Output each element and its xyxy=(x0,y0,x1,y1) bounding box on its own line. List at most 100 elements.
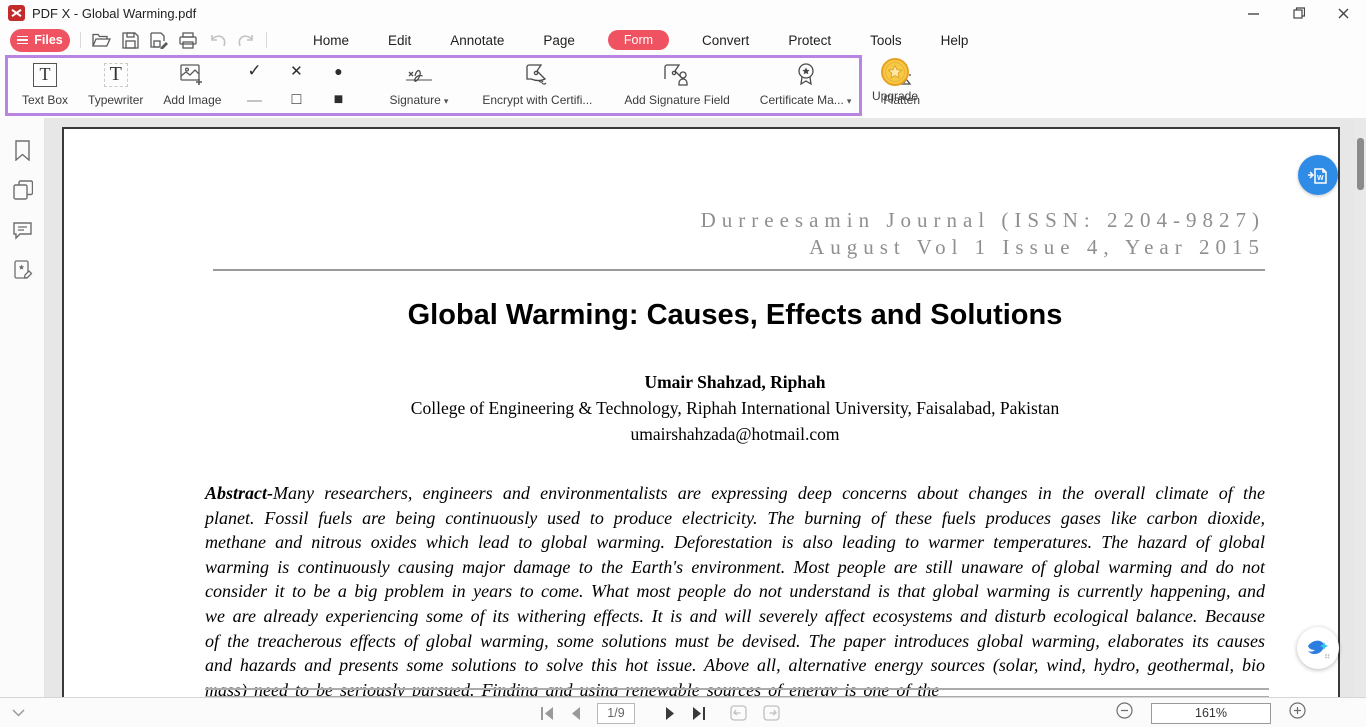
title-bar: PDF X - Global Warming.pdf xyxy=(0,0,1366,26)
pages-icon xyxy=(13,180,33,200)
vertical-scrollbar[interactable] xyxy=(1355,118,1366,697)
add-image-icon xyxy=(179,63,205,87)
cross-stamp-button[interactable]: ✕ xyxy=(290,62,303,80)
certificate-manager-tool[interactable]: Certificate Ma...▾ xyxy=(750,60,862,112)
comments-panel-button[interactable] xyxy=(0,210,45,250)
menu-page[interactable]: Page xyxy=(537,30,581,51)
menu-form[interactable]: Form xyxy=(608,30,669,50)
hamburger-icon xyxy=(17,34,28,47)
undo-button[interactable] xyxy=(207,30,227,50)
menu-tools[interactable]: Tools xyxy=(864,30,908,51)
paper-email: umairshahzada@hotmail.com xyxy=(205,424,1265,445)
page-thumbnails-panel-button[interactable] xyxy=(0,170,45,210)
add-signature-field-tool[interactable]: Add Signature Field xyxy=(614,60,739,112)
empty-square-stamp-button[interactable]: □ xyxy=(292,91,302,109)
paper-affiliation: College of Engineering & Technology, Rip… xyxy=(205,398,1265,419)
menu-convert[interactable]: Convert xyxy=(696,30,755,51)
typewriter-tool[interactable]: T Typewriter xyxy=(78,60,153,112)
signature-tool[interactable]: Signature▾ xyxy=(379,60,458,112)
scrollbar-thumb[interactable] xyxy=(1357,138,1364,190)
close-button[interactable] xyxy=(1321,0,1366,26)
text-box-icon: T xyxy=(33,63,57,87)
menu-annotate[interactable]: Annotate xyxy=(444,30,510,51)
encrypt-certificate-label: Encrypt with Certifi... xyxy=(482,93,592,107)
first-page-button[interactable] xyxy=(540,707,554,720)
pdf-page: Durreesamin Journal (ISSN: 2204-9827) Au… xyxy=(62,127,1340,697)
convert-to-word-button[interactable]: W xyxy=(1298,155,1338,195)
close-icon xyxy=(1338,8,1349,19)
restore-button[interactable] xyxy=(1276,0,1321,26)
zoom-in-icon xyxy=(1289,702,1306,719)
menu-protect[interactable]: Protect xyxy=(782,30,837,51)
save-button[interactable] xyxy=(120,30,140,50)
upgrade-button[interactable]: Upgrade xyxy=(866,57,924,115)
check-stamp-button[interactable]: ✓ xyxy=(247,61,261,81)
bookmarks-panel-button[interactable] xyxy=(0,130,45,170)
previous-page-button[interactable] xyxy=(570,707,581,720)
encrypt-with-certificate-tool[interactable]: Encrypt with Certifi... xyxy=(472,60,602,112)
left-panel-sidebar xyxy=(0,118,45,697)
page-number-input[interactable] xyxy=(597,703,635,724)
save-as-icon xyxy=(150,32,169,49)
print-icon xyxy=(179,32,197,49)
form-toolbar: T Text Box T Typewriter Add Image ✓ ✕ ● … xyxy=(0,54,1366,118)
save-icon xyxy=(122,32,139,49)
ai-assistant-button[interactable] xyxy=(1297,627,1339,669)
add-image-tool[interactable]: Add Image xyxy=(153,60,231,112)
paper-abstract: Abstract-Many researchers, engineers and… xyxy=(205,481,1265,697)
add-signature-field-label: Add Signature Field xyxy=(624,93,729,107)
svg-text:W: W xyxy=(1317,175,1324,182)
collapse-statusbar-button[interactable] xyxy=(12,704,25,722)
dash-stamp-button[interactable]: — xyxy=(247,92,262,109)
add-signature-field-icon xyxy=(662,63,692,87)
menu-help[interactable]: Help xyxy=(935,30,975,51)
paper-author: Umair Shahzad, Riphah xyxy=(205,372,1265,393)
zoom-out-icon xyxy=(1116,702,1133,719)
text-box-tool[interactable]: T Text Box xyxy=(12,60,78,112)
form-tools-highlight-box: T Text Box T Typewriter Add Image ✓ ✕ ● … xyxy=(5,55,862,116)
minimize-icon xyxy=(1248,8,1259,19)
next-page-icon xyxy=(665,707,676,720)
save-as-button[interactable] xyxy=(149,30,169,50)
divider xyxy=(266,32,267,48)
typewriter-label: Typewriter xyxy=(88,93,143,107)
filled-circle-stamp-button[interactable]: ● xyxy=(334,63,342,79)
header-rule xyxy=(213,269,1265,271)
chevron-down-icon: ▾ xyxy=(847,96,852,106)
zoom-out-button[interactable] xyxy=(1116,702,1133,724)
signature-icon xyxy=(402,64,436,86)
files-button[interactable]: Files xyxy=(10,29,70,52)
clipped-rule xyxy=(205,688,1269,690)
open-file-button[interactable] xyxy=(91,30,111,50)
restore-icon xyxy=(1293,7,1305,19)
filled-square-stamp-button[interactable]: ■ xyxy=(334,91,344,109)
print-button[interactable] xyxy=(178,30,198,50)
ai-bird-icon xyxy=(1305,636,1331,660)
menu-edit[interactable]: Edit xyxy=(382,30,417,51)
zoom-in-button[interactable] xyxy=(1289,702,1306,724)
first-page-icon xyxy=(540,707,554,720)
paper-title: Global Warming: Causes, Effects and Solu… xyxy=(205,299,1265,332)
menu-bar: Files Home Edit xyxy=(0,26,1366,54)
last-page-button[interactable] xyxy=(692,707,706,720)
next-view-icon xyxy=(763,705,780,721)
zoom-level-display[interactable]: 161% xyxy=(1151,703,1271,724)
window-title: PDF X - Global Warming.pdf xyxy=(32,6,196,21)
minimize-button[interactable] xyxy=(1231,0,1276,26)
next-view-button[interactable] xyxy=(763,705,780,721)
signature-label: Signature▾ xyxy=(389,93,448,107)
document-viewport[interactable]: Durreesamin Journal (ISSN: 2204-9827) Au… xyxy=(45,118,1356,697)
previous-view-button[interactable] xyxy=(730,705,747,721)
chevron-down-icon xyxy=(12,709,25,717)
text-box-label: Text Box xyxy=(22,93,68,107)
redo-button[interactable] xyxy=(236,30,256,50)
certificate-manager-label: Certificate Ma...▾ xyxy=(760,93,852,107)
redo-icon xyxy=(238,33,255,48)
previous-view-icon xyxy=(730,705,747,721)
menu-home[interactable]: Home xyxy=(307,30,355,51)
previous-page-icon xyxy=(570,707,581,720)
add-image-label: Add Image xyxy=(163,93,221,107)
next-page-button[interactable] xyxy=(665,707,676,720)
signatures-panel-button[interactable] xyxy=(0,250,45,290)
files-button-label: Files xyxy=(34,33,63,47)
